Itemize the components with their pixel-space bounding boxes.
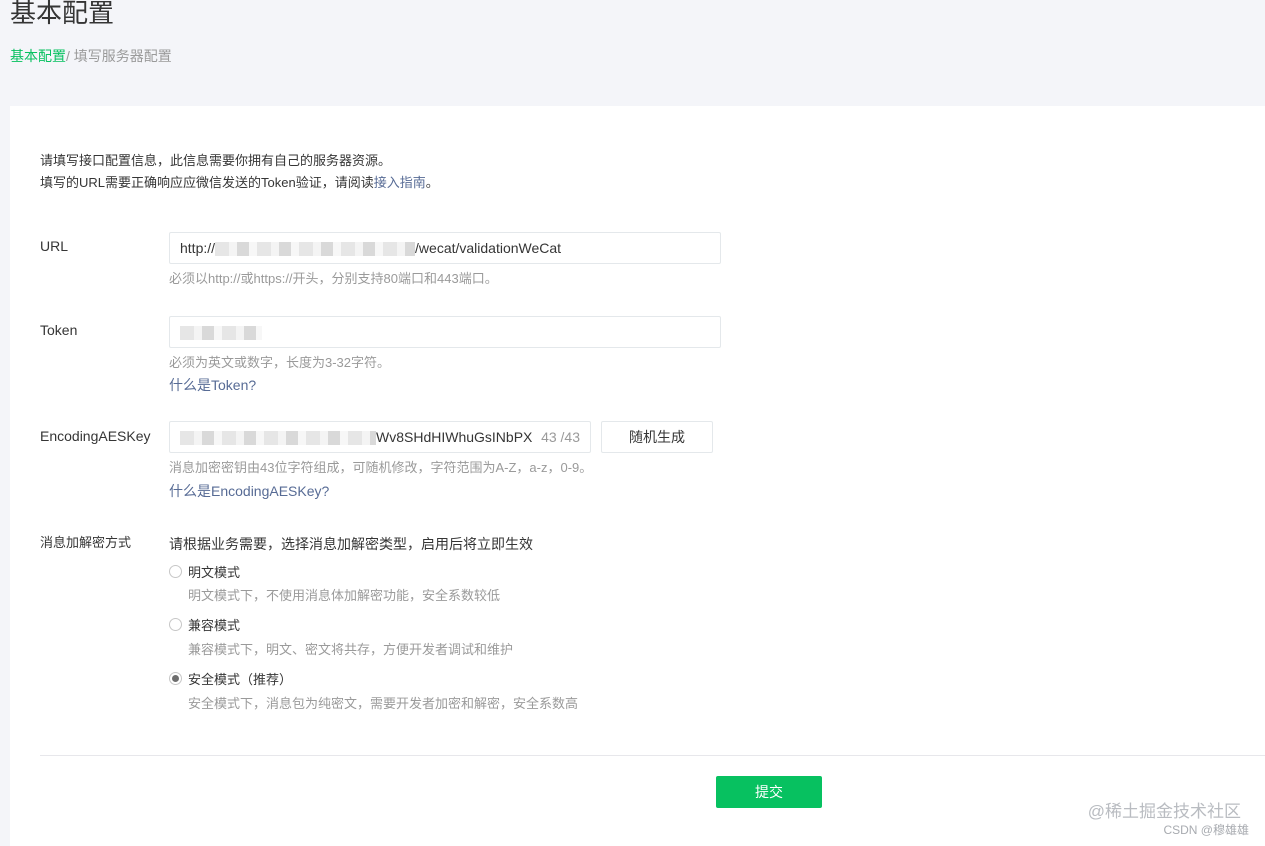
watermark-juejin: @稀土掘金技术社区 xyxy=(1087,802,1241,821)
aeskey-masked-segment xyxy=(180,431,376,446)
form-divider xyxy=(40,755,1265,756)
url-hint: 必须以http://或https://开头，分别支持80端口和443端口。 xyxy=(169,271,498,286)
radio-plaintext-circle[interactable] xyxy=(169,565,182,578)
radio-compatible-desc: 兼容模式下，明文、密文将共存，方便开发者调试和维护 xyxy=(188,642,514,657)
aeskey-input[interactable]: Wv8SHdHIWhuGsINbPX 43 /43 xyxy=(169,421,591,453)
intro-line-2-prefix: 填写的URL需要正确响应应微信发送的Token验证，请阅读 xyxy=(40,175,374,190)
encryption-mode-description: 请根据业务需要，选择消息加解密类型，启用后将立即生效 xyxy=(169,536,533,552)
url-masked-segment xyxy=(215,242,416,257)
radio-plaintext-label: 明文模式 xyxy=(188,565,241,580)
random-generate-button[interactable]: 随机生成 xyxy=(601,421,713,453)
url-value-prefix: http:// xyxy=(180,240,216,256)
intro-line-2: 填写的URL需要正确响应应微信发送的Token验证，请阅读接入指南。 xyxy=(40,172,439,194)
aeskey-char-counter: 43 /43 xyxy=(537,422,580,452)
intro-line-2-suffix: 。 xyxy=(425,175,439,190)
breadcrumb-link-basic-config[interactable]: 基本配置 xyxy=(10,48,66,64)
what-is-token-link[interactable]: 什么是Token? xyxy=(169,376,256,394)
aeskey-label: EncodingAESKey xyxy=(40,428,151,444)
config-card: 请填写接口配置信息，此信息需要你拥有自己的服务器资源。 填写的URL需要正确响应… xyxy=(10,106,1265,846)
what-is-aeskey-link[interactable]: 什么是EncodingAESKey? xyxy=(169,482,329,500)
url-value-suffix: /wecat/validationWeCat xyxy=(415,240,562,256)
url-input[interactable]: http:// /wecat/validationWeCat xyxy=(169,232,721,264)
radio-compatible-mode[interactable]: 兼容模式 xyxy=(169,615,240,634)
intro-text: 请填写接口配置信息，此信息需要你拥有自己的服务器资源。 填写的URL需要正确响应… xyxy=(40,150,439,194)
token-label: Token xyxy=(40,322,78,338)
url-label: URL xyxy=(40,238,69,254)
aeskey-value-suffix: Wv8SHdHIWhuGsINbPX xyxy=(376,429,533,445)
breadcrumb-current: 填写服务器配置 xyxy=(69,48,172,64)
access-guide-link[interactable]: 接入指南 xyxy=(374,175,426,190)
token-input[interactable] xyxy=(169,316,721,348)
radio-secure-desc: 安全模式下，消息包为纯密文，需要开发者加密和解密，安全系数高 xyxy=(188,696,579,711)
token-hint: 必须为英文或数字，长度为3-32字符。 xyxy=(169,355,391,370)
radio-plaintext-mode[interactable]: 明文模式 xyxy=(169,562,240,581)
aeskey-hint: 消息加密密钥由43位字符组成，可随机修改，字符范围为A-Z，a-z，0-9。 xyxy=(169,460,593,475)
radio-plaintext-desc: 明文模式下，不使用消息体加解密功能，安全系数较低 xyxy=(188,588,501,603)
watermark-csdn: CSDN @穆雄雄 xyxy=(1163,823,1249,837)
encryption-mode-label: 消息加解密方式 xyxy=(40,535,132,550)
radio-compatible-circle[interactable] xyxy=(169,618,182,631)
token-masked-value xyxy=(180,326,262,341)
radio-compatible-label: 兼容模式 xyxy=(188,618,241,633)
radio-secure-circle[interactable] xyxy=(169,672,182,685)
intro-line-1: 请填写接口配置信息，此信息需要你拥有自己的服务器资源。 xyxy=(40,153,392,168)
radio-secure-mode[interactable]: 安全模式（推荐） xyxy=(169,669,292,688)
submit-button[interactable]: 提交 xyxy=(716,776,822,808)
radio-secure-label: 安全模式（推荐） xyxy=(188,672,293,687)
page-title: 基本配置 xyxy=(10,0,115,28)
breadcrumb: 基本配置/ 填写服务器配置 xyxy=(10,47,172,65)
